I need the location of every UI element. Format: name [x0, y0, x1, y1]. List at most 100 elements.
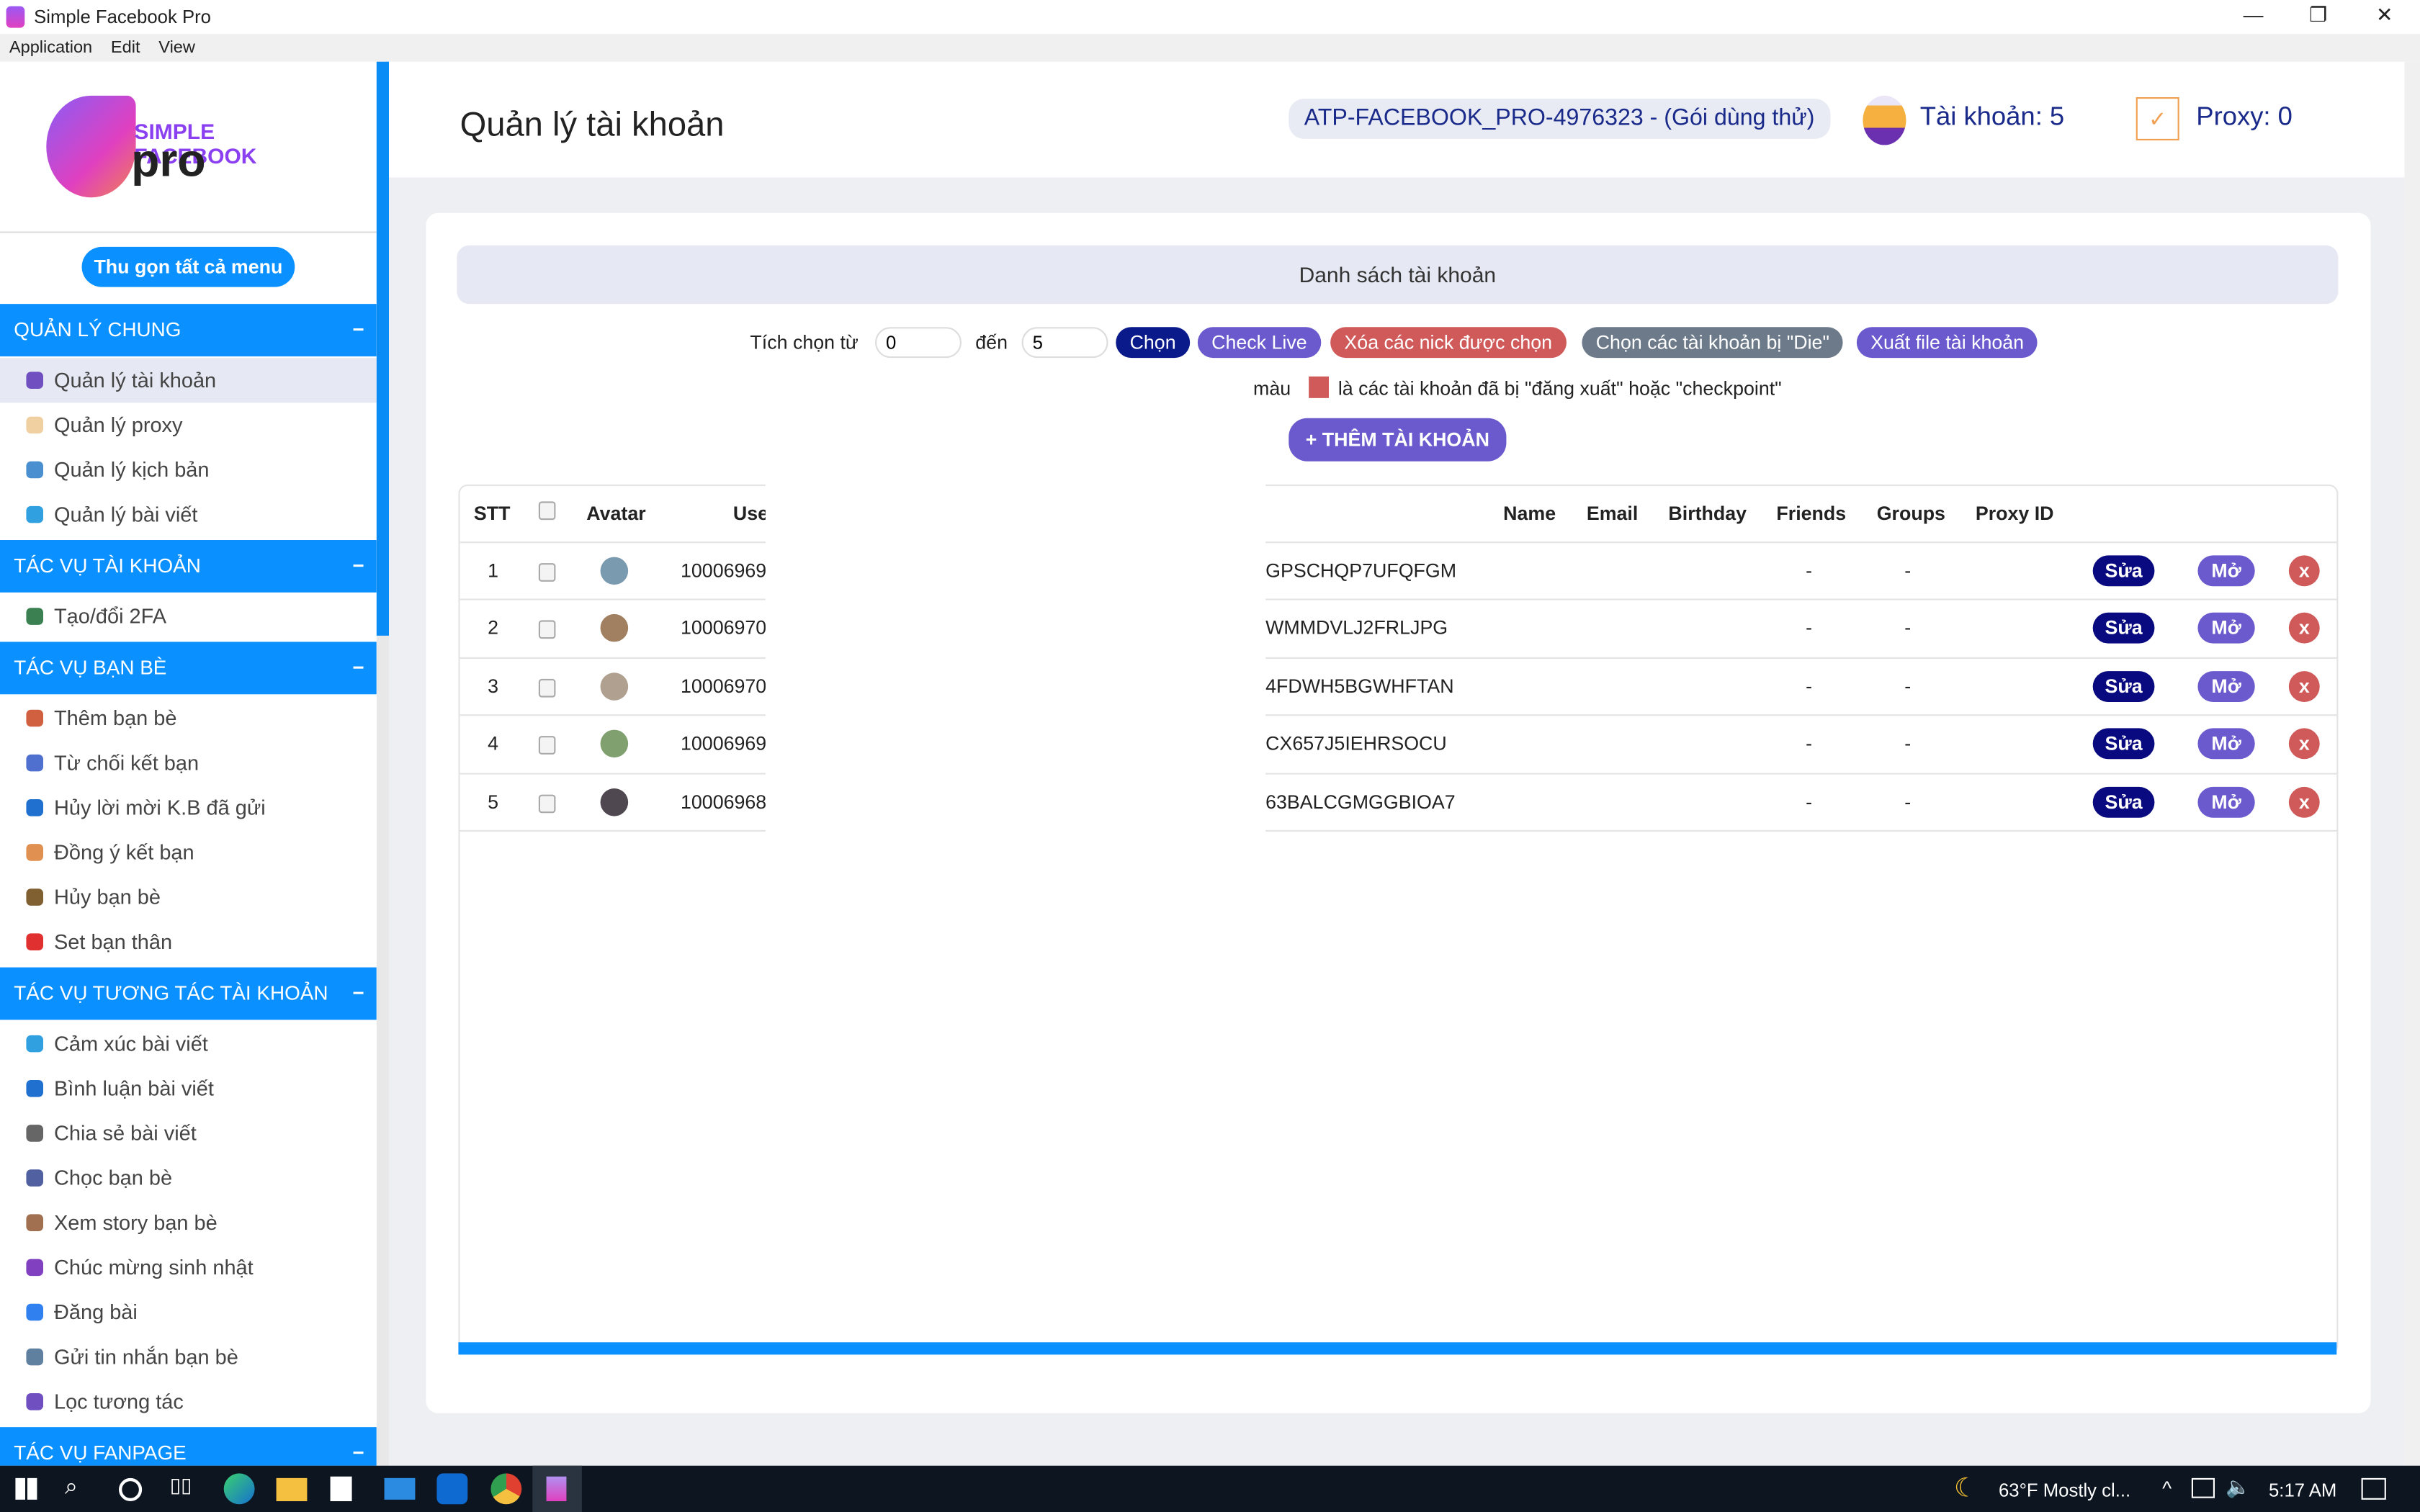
sidebar-item[interactable]: Hủy bạn bè: [0, 875, 377, 919]
restore-button[interactable]: ❐: [2282, 0, 2354, 34]
taskbar: ⌕ ▯▯ ☾ 63°F Mostly cl... ^ 🔈 5:17 AM: [0, 1465, 2420, 1512]
main-scrollbar[interactable]: [2404, 61, 2420, 1466]
minimize-button[interactable]: —: [2218, 0, 2289, 34]
task-view-icon[interactable]: ▯▯: [170, 1473, 201, 1504]
edit-button[interactable]: Sửa: [2092, 613, 2155, 644]
delete-button[interactable]: x: [2288, 670, 2320, 702]
collapse-toggle-icon[interactable]: −: [352, 968, 364, 1020]
menu-view[interactable]: View: [158, 39, 195, 58]
table-row: 2 10006970 WMMDVLJ2FRLJPG - - Sửa Mở x: [458, 599, 2339, 657]
open-button[interactable]: Mở: [2197, 728, 2255, 760]
add-account-button[interactable]: + THÊM TÀI KHOẢN: [1289, 418, 1507, 462]
open-button[interactable]: Mở: [2197, 613, 2255, 644]
sidebar-section-header[interactable]: TÁC VỤ FANPAGE −: [0, 1427, 377, 1466]
sidebar-item[interactable]: Thêm bạn bè: [0, 696, 377, 740]
delete-button[interactable]: x: [2288, 786, 2320, 817]
menu-application[interactable]: Application: [9, 39, 92, 58]
row-friends: -: [1806, 617, 1813, 639]
select-button[interactable]: Chọn: [1116, 327, 1190, 359]
sidebar-item[interactable]: Chia sẻ bài viết: [0, 1111, 377, 1156]
sidebar-item-label: Chọc bạn bè: [54, 1166, 173, 1190]
row-token: WMMDVLJ2FRLJPG: [1265, 617, 1448, 639]
collapse-toggle-icon[interactable]: −: [352, 304, 364, 356]
collapse-all-button[interactable]: Thu gọn tất cả menu: [81, 246, 295, 287]
open-button[interactable]: Mở: [2197, 670, 2255, 702]
collapse-toggle-icon[interactable]: −: [352, 1427, 364, 1466]
row-checkbox[interactable]: [538, 563, 556, 582]
sidebar-item-label: Đăng bài: [54, 1300, 138, 1324]
edit-button[interactable]: Sửa: [2092, 786, 2155, 817]
chrome-icon[interactable]: [490, 1473, 522, 1505]
weather-text[interactable]: 63°F Mostly cl...: [1999, 1480, 2130, 1501]
sidebar-item[interactable]: Quản lý proxy: [0, 402, 377, 447]
close-button[interactable]: ✕: [2349, 0, 2420, 34]
collapse-toggle-icon[interactable]: −: [352, 642, 364, 694]
chevron-up-icon[interactable]: ^: [2162, 1477, 2172, 1500]
delete-button[interactable]: x: [2288, 555, 2320, 587]
edit-button[interactable]: Sửa: [2092, 670, 2155, 702]
sidebar-item[interactable]: Quản lý bài viết: [0, 492, 377, 537]
store-icon[interactable]: [330, 1476, 352, 1501]
delete-button[interactable]: x: [2288, 613, 2320, 644]
edge-icon[interactable]: [223, 1473, 255, 1505]
search-icon[interactable]: ⌕: [65, 1473, 96, 1504]
check-live-button[interactable]: Check Live: [1197, 327, 1321, 359]
windows-start-icon[interactable]: [15, 1477, 37, 1500]
delete-button[interactable]: x: [2288, 728, 2320, 760]
sidebar-section-header[interactable]: TÁC VỤ TƯƠNG TÁC TÀI KHOẢN −: [0, 967, 377, 1020]
menu-edit[interactable]: Edit: [111, 39, 140, 58]
network-icon[interactable]: [2191, 1477, 2215, 1498]
sidebar-item[interactable]: Từ chối kết bạn: [0, 741, 377, 786]
collapse-toggle-icon[interactable]: −: [352, 540, 364, 593]
add-friend-icon: [26, 709, 43, 727]
select-die-button[interactable]: Chọn các tài khoản bị "Die": [1582, 327, 1844, 359]
col-friends: Friends: [1776, 503, 1847, 525]
sidebar-item[interactable]: Lọc tương tác: [0, 1380, 377, 1424]
teamviewer-icon[interactable]: [436, 1473, 468, 1505]
delete-selected-button[interactable]: Xóa các nick được chọn: [1330, 327, 1567, 359]
row-checkbox[interactable]: [538, 678, 556, 698]
sidebar-item[interactable]: Hủy lời mời K.B đã gửi: [0, 786, 377, 830]
reject-friend-icon: [26, 754, 43, 772]
edit-button[interactable]: Sửa: [2092, 728, 2155, 760]
post-icon: [26, 505, 43, 523]
sidebar-item[interactable]: Set bạn thân: [0, 919, 377, 964]
simple-facebook-taskbar-icon[interactable]: [532, 1465, 582, 1512]
clock[interactable]: 5:17 AM: [2269, 1480, 2336, 1501]
sidebar-item[interactable]: Chúc mừng sinh nhật: [0, 1245, 377, 1290]
row-groups: -: [1904, 617, 1912, 639]
sidebar-item[interactable]: Đăng bài: [0, 1290, 377, 1334]
file-explorer-icon[interactable]: [276, 1477, 308, 1501]
share-icon: [26, 1125, 43, 1142]
sidebar-item[interactable]: Bình luận bài viết: [0, 1066, 377, 1111]
sidebar-item[interactable]: Quản lý tài khoản: [0, 358, 377, 403]
open-button[interactable]: Mở: [2197, 555, 2255, 587]
sidebar-section-header[interactable]: QUẢN LÝ CHUNG −: [0, 304, 377, 356]
sidebar-scroll-thumb[interactable]: [376, 61, 389, 636]
select-to-input[interactable]: [1021, 327, 1108, 359]
row-checkbox[interactable]: [538, 793, 556, 813]
sidebar-item[interactable]: Tạo/đổi 2FA: [0, 594, 377, 639]
select-from-input[interactable]: [875, 327, 962, 359]
sidebar-item[interactable]: Cảm xúc bài viết: [0, 1022, 377, 1066]
row-checkbox[interactable]: [538, 621, 556, 639]
sidebar-item[interactable]: Gửi tin nhắn bạn bè: [0, 1335, 377, 1380]
sidebar-item[interactable]: Đồng ý kết bạn: [0, 830, 377, 875]
export-file-button[interactable]: Xuất file tài khoản: [1856, 327, 2038, 359]
row-stt: 3: [488, 675, 499, 698]
row-checkbox[interactable]: [538, 736, 556, 755]
open-button[interactable]: Mở: [2197, 786, 2255, 817]
sidebar-section-header[interactable]: TÁC VỤ BẠN BÈ −: [0, 642, 377, 695]
sidebar-item[interactable]: Chọc bạn bè: [0, 1156, 377, 1200]
sidebar-section-header[interactable]: TÁC VỤ TÀI KHOẢN −: [0, 540, 377, 593]
table-scrollbar[interactable]: [458, 1342, 2337, 1355]
row-token: GPSCHQP7UFQFGM: [1265, 559, 1457, 582]
cortana-icon[interactable]: [119, 1477, 143, 1501]
mail-icon[interactable]: [384, 1477, 416, 1500]
volume-icon[interactable]: 🔈: [2226, 1475, 2251, 1500]
notification-icon[interactable]: [2361, 1477, 2386, 1500]
edit-button[interactable]: Sửa: [2092, 555, 2155, 587]
sidebar-item[interactable]: Quản lý kịch bản: [0, 447, 377, 492]
select-all-checkbox[interactable]: [538, 501, 556, 521]
sidebar-item[interactable]: Xem story bạn bè: [0, 1200, 377, 1245]
